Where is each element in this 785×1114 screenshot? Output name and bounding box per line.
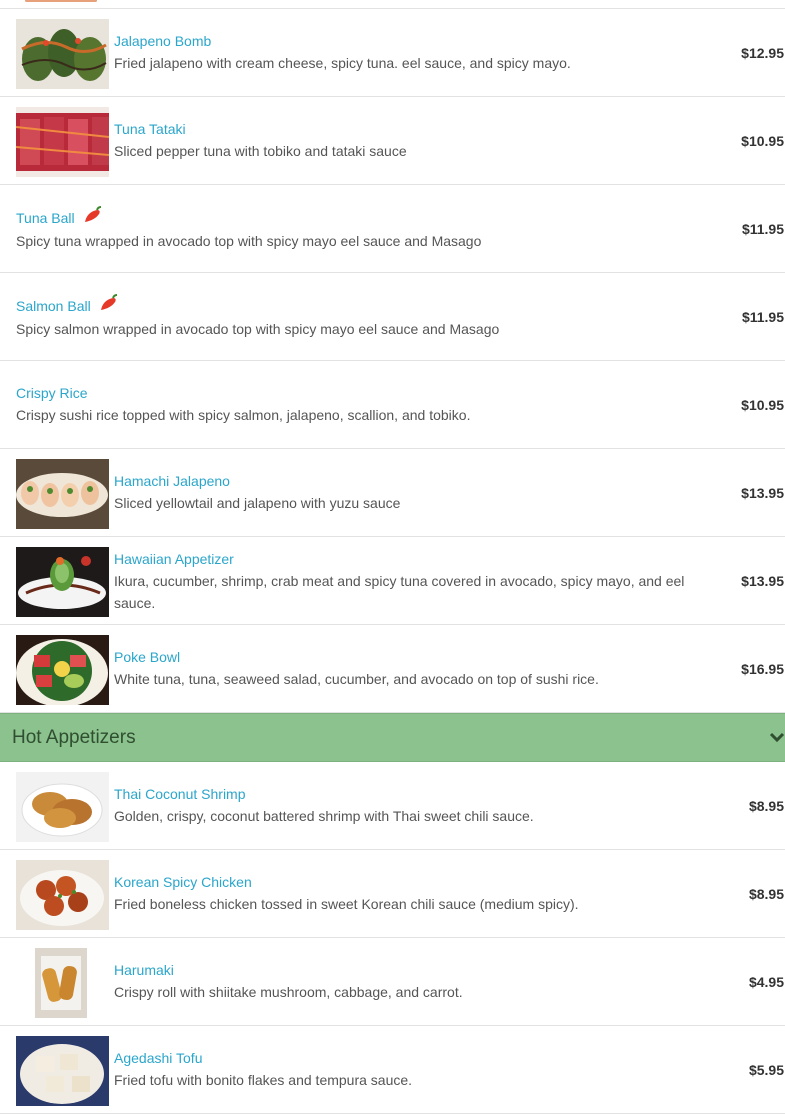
item-name[interactable]: Agedashi Tofu <box>114 1047 699 1069</box>
menu-item[interactable]: Korean Spicy Chicken Fried boneless chic… <box>0 850 785 938</box>
chevron-down-icon[interactable] <box>769 729 785 745</box>
item-description: Spicy salmon wrapped in avocado top with… <box>16 321 500 337</box>
item-price: $5.95 <box>748 1061 784 1078</box>
item-price: $8.95 <box>748 797 784 814</box>
item-price: $16.95 <box>741 660 784 677</box>
menu-item[interactable]: Agedashi Tofu Fried tofu with bonito fla… <box>0 1026 785 1114</box>
item-price: $8.95 <box>748 885 784 902</box>
item-name[interactable]: Tuna Ball <box>16 206 699 230</box>
menu-item[interactable]: Hamachi Jalapeno Sliced yellowtail and j… <box>0 449 785 537</box>
menu-item[interactable]: Tuna Ball Spicy tuna wrapped in avocado … <box>0 185 785 273</box>
item-price: $12.95 <box>741 44 784 61</box>
chili-pepper-icon <box>83 206 103 230</box>
item-description: Sliced pepper tuna with tobiko and tatak… <box>114 143 407 159</box>
item-price: $4.95 <box>748 973 784 990</box>
hamachi-jalapeno-photo[interactable] <box>16 459 109 529</box>
agedashi-tofu-photo[interactable] <box>16 1036 109 1106</box>
item-description: Ikura, cucumber, shrimp, crab meat and s… <box>114 573 685 611</box>
menu-item[interactable]: Poke Bowl White tuna, tuna, seaweed sala… <box>0 625 785 713</box>
item-name[interactable]: Korean Spicy Chicken <box>114 871 699 893</box>
menu-item[interactable]: Tuna Tataki Sliced pepper tuna with tobi… <box>0 97 785 185</box>
item-description: Crispy sushi rice topped with spicy salm… <box>16 407 471 423</box>
previous-item-edge <box>0 0 785 9</box>
item-name[interactable]: Thai Coconut Shrimp <box>114 783 699 805</box>
korean-chicken-photo[interactable] <box>16 860 109 930</box>
item-description: Fried jalapeno with cream cheese, spicy … <box>114 55 571 71</box>
item-name[interactable]: Salmon Ball <box>16 294 699 318</box>
item-name[interactable]: Poke Bowl <box>114 646 699 668</box>
item-name[interactable]: Jalapeno Bomb <box>114 30 699 52</box>
poke-bowl-photo[interactable] <box>16 635 109 705</box>
section-header-hot-appetizers[interactable]: Hot Appetizers <box>0 713 785 762</box>
item-price: $10.95 <box>741 396 784 413</box>
menu-item[interactable]: Salmon Ball Spicy salmon wrapped in avoc… <box>0 273 785 361</box>
item-price: $10.95 <box>741 132 784 149</box>
item-description: Sliced yellowtail and jalapeno with yuzu… <box>114 495 401 511</box>
menu-item[interactable]: Jalapeno Bomb Fried jalapeno with cream … <box>0 9 785 97</box>
item-name[interactable]: Hawaiian Appetizer <box>114 548 699 570</box>
item-name[interactable]: Crispy Rice <box>16 382 699 404</box>
menu-list: Jalapeno Bomb Fried jalapeno with cream … <box>0 0 785 1114</box>
item-name[interactable]: Hamachi Jalapeno <box>114 470 699 492</box>
item-name[interactable]: Tuna Tataki <box>114 118 699 140</box>
jalapeno-bomb-photo[interactable] <box>16 19 109 89</box>
item-description: Crispy roll with shiitake mushroom, cabb… <box>114 984 463 1000</box>
item-description: Spicy tuna wrapped in avocado top with s… <box>16 233 482 249</box>
item-name[interactable]: Harumaki <box>114 959 699 981</box>
coconut-shrimp-photo[interactable] <box>16 772 109 842</box>
harumaki-photo[interactable] <box>35 948 87 1018</box>
item-description: Golden, crispy, coconut battered shrimp … <box>114 808 534 824</box>
menu-item[interactable]: Harumaki Crispy roll with shiitake mushr… <box>0 938 785 1026</box>
item-price: $13.95 <box>741 484 784 501</box>
hawaiian-appetizer-photo[interactable] <box>16 547 109 617</box>
item-description: Fried boneless chicken tossed in sweet K… <box>114 896 579 912</box>
menu-item[interactable]: Hawaiian Appetizer Ikura, cucumber, shri… <box>0 537 785 625</box>
menu-item[interactable]: Thai Coconut Shrimp Golden, crispy, coco… <box>0 762 785 850</box>
item-price: $11.95 <box>741 308 784 325</box>
chili-pepper-icon <box>99 294 119 318</box>
section-title: Hot Appetizers <box>12 727 136 748</box>
item-description: Fried tofu with bonito flakes and tempur… <box>114 1072 413 1088</box>
item-price: $11.95 <box>741 220 784 237</box>
item-description: White tuna, tuna, seaweed salad, cucumbe… <box>114 671 599 687</box>
item-price: $13.95 <box>741 572 784 589</box>
tuna-tataki-photo[interactable] <box>16 107 109 177</box>
menu-item[interactable]: Crispy Rice Crispy sushi rice topped wit… <box>0 361 785 449</box>
